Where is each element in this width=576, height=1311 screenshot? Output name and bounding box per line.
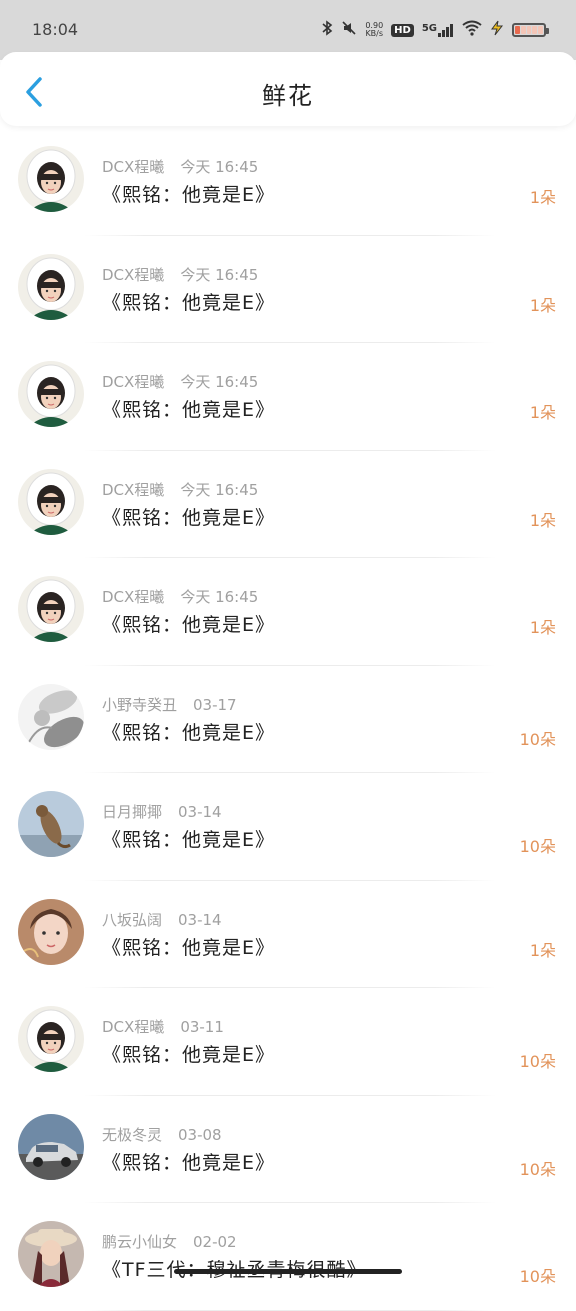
status-icons: 0.90 KB/s HD 5G xyxy=(321,18,549,42)
mute-icon xyxy=(341,20,357,40)
avatar[interactable] xyxy=(18,253,84,320)
net-speed: 0.90 KB/s xyxy=(365,22,383,38)
book-title[interactable]: 《熙铭：他竟是E》 xyxy=(102,933,275,960)
username[interactable]: 日月揶揶 xyxy=(102,803,162,821)
timestamp: 今天 16:45 xyxy=(180,480,259,499)
username[interactable]: DCX程曦 xyxy=(102,266,164,284)
item-meta: DCX程曦 今天 16:45 xyxy=(102,586,258,607)
avatar[interactable] xyxy=(18,1113,84,1180)
book-title[interactable]: 《熙铭：他竟是E》 xyxy=(102,503,275,530)
app-header: 鲜花 xyxy=(0,52,576,126)
item-meta: 小野寺癸丑 03-17 xyxy=(102,694,237,715)
timestamp: 02-02 xyxy=(193,1233,237,1251)
item-meta: DCX程曦 03-11 xyxy=(102,1016,224,1037)
flower-count: 1朵 xyxy=(529,403,556,422)
username[interactable]: DCX程曦 xyxy=(102,158,164,176)
wifi-icon xyxy=(462,20,482,40)
item-meta: 无极冬灵 03-08 xyxy=(102,1124,222,1145)
book-title[interactable]: 《熙铭：他竟是E》 xyxy=(102,1148,275,1175)
book-title[interactable]: 《熙铭：他竟是E》 xyxy=(102,610,275,637)
list-item[interactable]: DCX程曦 03-11 《熙铭：他竟是E》 10朵 xyxy=(0,988,576,1096)
item-meta: DCX程曦 今天 16:45 xyxy=(102,479,258,500)
item-meta: DCX程曦 今天 16:45 xyxy=(102,156,258,177)
username[interactable]: DCX程曦 xyxy=(102,1018,164,1036)
book-title[interactable]: 《熙铭：他竟是E》 xyxy=(102,395,275,422)
battery-icon xyxy=(512,23,549,37)
charging-icon xyxy=(490,20,504,40)
flower-count: 1朵 xyxy=(529,510,556,530)
avatar[interactable] xyxy=(18,468,84,535)
net-speed-unit: KB/s xyxy=(365,29,384,38)
flower-count: 10朵 xyxy=(519,1052,556,1071)
timestamp: 今天 16:45 xyxy=(180,373,259,391)
flower-count: 1朵 xyxy=(529,940,556,960)
hd-badge: HD xyxy=(391,23,414,37)
timestamp: 03-17 xyxy=(193,695,237,714)
timestamp: 03-14 xyxy=(178,803,222,821)
flower-count: 1朵 xyxy=(529,295,556,315)
list-item[interactable]: DCX程曦 今天 16:45 《熙铭：他竟是E》 1朵 xyxy=(0,558,576,666)
network-type: 5G xyxy=(421,23,437,34)
item-meta: DCX程曦 今天 16:45 xyxy=(102,371,258,392)
list-item[interactable]: DCX程曦 今天 16:45 《熙铭：他竟是E》 1朵 xyxy=(0,128,576,236)
home-indicator[interactable] xyxy=(174,1269,402,1274)
item-meta: DCX程曦 今天 16:45 xyxy=(102,264,258,285)
item-meta: 日月揶揶 03-14 xyxy=(102,801,222,822)
list-item[interactable]: 小野寺癸丑 03-17 《熙铭：他竟是E》 10朵 xyxy=(0,666,576,773)
list-item[interactable]: DCX程曦 今天 16:45 《熙铭：他竟是E》 1朵 xyxy=(0,343,576,451)
timestamp: 今天 16:45 xyxy=(180,158,259,176)
avatar[interactable] xyxy=(18,791,84,857)
avatar[interactable] xyxy=(18,576,84,642)
book-title[interactable]: 《熙铭：他竟是E》 xyxy=(102,825,275,852)
item-meta: 八坂弘阔 03-14 xyxy=(102,909,222,930)
list-item[interactable]: DCX程曦 今天 16:45 《熙铭：他竟是E》 1朵 xyxy=(0,451,576,558)
list-item[interactable]: 鹏云小仙女02-02《TF三代：穆祉丞青梅很酷》10朵 xyxy=(0,1203,576,1311)
book-title[interactable]: 《熙铭：他竟是E》 xyxy=(102,180,275,207)
flower-count: 10朵 xyxy=(519,729,556,749)
timestamp: 03-14 xyxy=(178,910,222,929)
username[interactable]: 小野寺癸丑 xyxy=(102,696,177,714)
divider xyxy=(84,1309,496,1311)
signal-icon: 5G xyxy=(422,23,454,37)
bluetooth-icon xyxy=(321,20,333,40)
timestamp: 03-11 xyxy=(180,1018,224,1036)
flower-list: DCX程曦 今天 16:45 《熙铭：他竟是E》 1朵 DCX程曦 今天 16:45 《熙铭… xyxy=(0,128,576,1311)
username[interactable]: DCX程曦 xyxy=(102,373,164,391)
avatar[interactable] xyxy=(18,146,84,212)
flower-count: 10朵 xyxy=(519,837,556,856)
avatar[interactable] xyxy=(18,361,84,427)
book-title[interactable]: 《熙铭：他竟是E》 xyxy=(102,718,275,745)
avatar[interactable] xyxy=(18,1221,84,1287)
username[interactable]: DCX程曦 xyxy=(102,588,164,606)
flower-count: 1朵 xyxy=(529,618,556,637)
flower-count: 10朵 xyxy=(519,1267,556,1286)
item-meta: 鹏云小仙女 02-02 xyxy=(102,1231,237,1252)
book-title[interactable]: 《熙铭：他竟是E》 xyxy=(102,288,275,315)
flower-count: 1朵 xyxy=(529,188,556,207)
avatar[interactable] xyxy=(18,898,84,965)
username[interactable]: DCX程曦 xyxy=(102,481,164,499)
status-bar: 18:04 0.90 KB/s HD 5G xyxy=(0,0,576,60)
timestamp: 今天 16:45 xyxy=(180,265,259,284)
list-item[interactable]: 日月揶揶 03-14 《熙铭：他竟是E》 10朵 xyxy=(0,773,576,881)
timestamp: 今天 16:45 xyxy=(180,588,259,606)
username[interactable]: 鹏云小仙女 xyxy=(102,1233,177,1251)
flower-count: 10朵 xyxy=(519,1159,556,1179)
status-time: 18:04 xyxy=(32,20,79,39)
list-item[interactable]: 八坂弘阔 03-14 《熙铭：他竟是E》 1朵 xyxy=(0,881,576,988)
avatar[interactable] xyxy=(18,683,84,750)
avatar[interactable] xyxy=(18,1006,84,1072)
list-item[interactable]: 无极冬灵 03-08 《熙铭：他竟是E》 10朵 xyxy=(0,1096,576,1203)
page-title: 鲜花 xyxy=(262,82,314,110)
book-title[interactable]: 《熙铭：他竟是E》 xyxy=(102,1040,275,1067)
username[interactable]: 八坂弘阔 xyxy=(102,911,162,929)
username[interactable]: 无极冬灵 xyxy=(102,1126,162,1144)
timestamp: 03-08 xyxy=(178,1125,222,1144)
list-item[interactable]: DCX程曦 今天 16:45 《熙铭：他竟是E》 1朵 xyxy=(0,236,576,343)
